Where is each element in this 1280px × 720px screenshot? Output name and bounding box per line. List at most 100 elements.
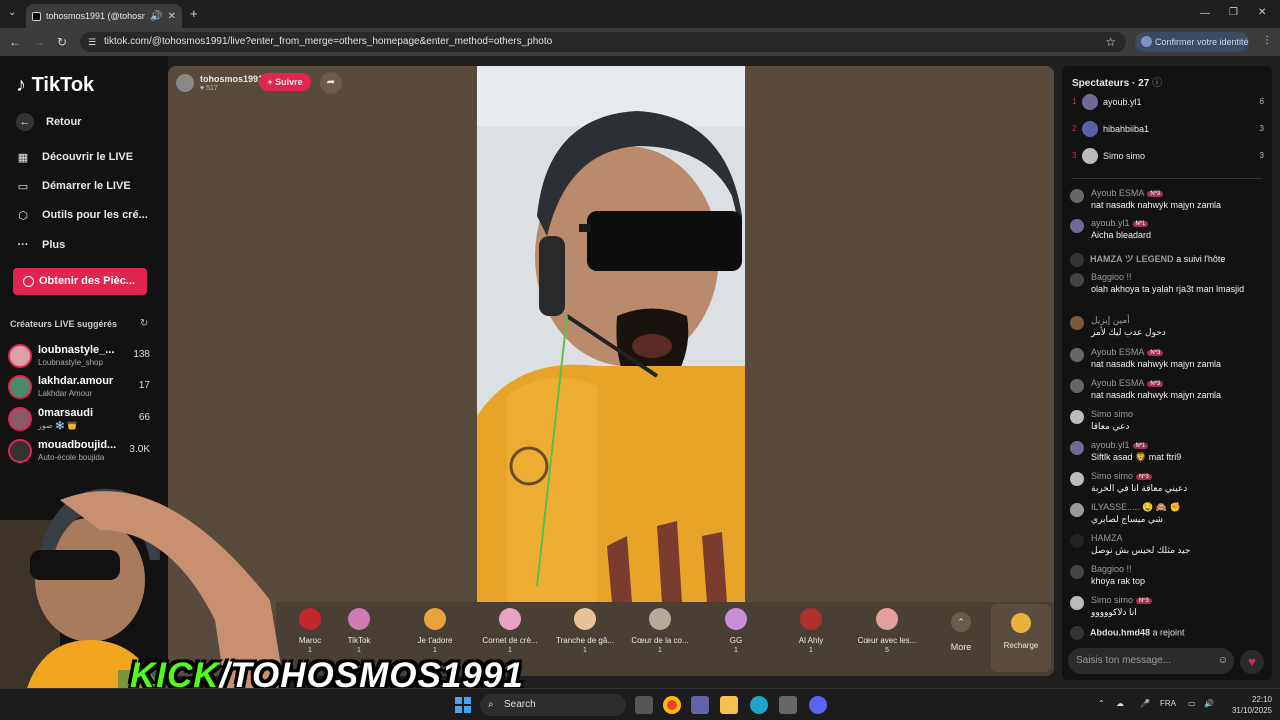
chat-input[interactable]: Saisis ton message... ☺	[1068, 648, 1234, 674]
bookmark-star-icon[interactable]: ☆	[1105, 32, 1116, 52]
maximize-icon[interactable]: ❐	[1229, 7, 1238, 18]
message-user[interactable]: ayoub.yl1	[1091, 218, 1130, 228]
nav-creator-tools[interactable]: ⬡ Outils pour les cré...	[16, 208, 148, 222]
tab-title: tohosmos1991 (@tohosmo	[46, 11, 146, 21]
message-user[interactable]: Ayoub ESMA	[1091, 378, 1144, 388]
file-explorer-icon[interactable]	[720, 696, 738, 714]
refresh-icon[interactable]: ↻	[140, 318, 148, 329]
more-gifts-button[interactable]: ⌃ More	[936, 612, 986, 652]
back-link[interactable]: ← Retour	[16, 113, 81, 131]
task-view-icon[interactable]	[635, 696, 653, 714]
url-field[interactable]: ☰ tiktok.com/@tohosmos1991/live?enter_fr…	[80, 32, 1126, 52]
tab-list-icon[interactable]: ⌄	[8, 7, 16, 18]
browser-tab[interactable]: tohosmos1991 (@tohosmo 🔊 ✕	[26, 4, 182, 28]
chrome-icon[interactable]	[663, 696, 681, 714]
follow-event: HAMZA ツ LEGEND a suivi l'hôte	[1070, 252, 1225, 267]
avatar	[1082, 148, 1098, 164]
store-icon[interactable]	[779, 696, 797, 714]
site-info-icon[interactable]: ☰	[88, 32, 96, 52]
like-heart-icon[interactable]: ♥	[1240, 650, 1264, 674]
tiktok-logo[interactable]: ♪ TikTok	[16, 74, 94, 97]
host-avatar[interactable]	[176, 74, 194, 92]
event-user[interactable]: Abdou.hmd48	[1090, 627, 1150, 637]
new-tab-button[interactable]: +	[190, 6, 198, 21]
taskbar-search[interactable]: ⌕ Search	[480, 694, 626, 716]
nav-discover-live[interactable]: ▦ Découvrir le LIVE	[16, 150, 133, 164]
follow-button[interactable]: + Suivre	[259, 73, 311, 91]
url-text: tiktok.com/@tohosmos1991/live?enter_from…	[104, 36, 553, 47]
forward-icon[interactable]: →	[33, 35, 45, 49]
more-label: More	[950, 642, 972, 652]
gift-item[interactable]: Tranche de gâ... 1	[548, 608, 622, 654]
event-user[interactable]: HAMZA ツ LEGEND	[1090, 254, 1174, 264]
ranking-row[interactable]: 3 Simo simo 3	[1072, 147, 1264, 167]
gift-item[interactable]: Cornet de crè... 1	[473, 608, 547, 654]
ranking-row[interactable]: 1 ayoub.yl1 6	[1072, 93, 1264, 113]
back-icon[interactable]: ←	[9, 35, 21, 49]
chat-placeholder: Saisis ton message...	[1076, 655, 1172, 666]
message-user[interactable]: ayoub.yl1	[1091, 440, 1130, 450]
message-user[interactable]: Simo simo	[1091, 409, 1133, 419]
gift-item[interactable]: Al Ahly 1	[774, 608, 848, 654]
message-user[interactable]: ILYASSE..... 🤤 🙈 ✊	[1091, 502, 1181, 512]
start-windows-icon[interactable]	[455, 697, 471, 713]
date: 31/10/2025	[1231, 706, 1272, 715]
suggested-title: Créateurs LIVE suggérés	[10, 319, 118, 329]
chevron-up-icon[interactable]: ⌃	[1098, 699, 1105, 708]
recharge-button[interactable]: Recharge	[991, 604, 1051, 672]
microphone-icon[interactable]: 🎤	[1140, 699, 1150, 708]
avatar	[1070, 189, 1084, 203]
nav-more[interactable]: ··· Plus	[16, 238, 66, 252]
gift-item[interactable]: Cœur avec les... 5	[850, 608, 924, 654]
creator-item[interactable]: lakhdar.amour Lakhdar Amour 17	[8, 373, 156, 401]
message-user[interactable]: Ayoub ESMA	[1091, 188, 1144, 198]
identity-pill[interactable]: Confirmer votre identité	[1135, 32, 1249, 52]
message-user[interactable]: Simo simo	[1091, 471, 1133, 481]
network-icon[interactable]: ▭	[1188, 699, 1196, 708]
creator-item[interactable]: mouadboujid... Auto-école boujida 3.0K	[8, 437, 156, 465]
message-user[interactable]: HAMZA	[1091, 533, 1123, 543]
video-stream[interactable]	[477, 66, 745, 603]
message-user[interactable]: Ayoub ESMA	[1091, 347, 1144, 357]
creator-item[interactable]: loubnastyle_... Loubnastyle_shop 138	[8, 342, 156, 370]
ranking-row[interactable]: 2 hibahbiiba1 3	[1072, 120, 1264, 140]
gift-item[interactable]: GG 1	[699, 608, 773, 654]
gift-price: 1	[357, 647, 361, 654]
host-name[interactable]: tohosmos1991	[200, 74, 263, 84]
language-indicator[interactable]: FRA	[1160, 699, 1176, 708]
share-icon[interactable]: ➦	[320, 72, 342, 94]
message-user[interactable]: Baggioo !!	[1091, 564, 1132, 574]
message-user[interactable]: Simo simo	[1091, 595, 1133, 605]
message-user[interactable]: Baggioo !!	[1091, 272, 1132, 282]
finger-heart-icon	[876, 608, 898, 630]
rank-score: 6	[1259, 97, 1264, 106]
audio-icon[interactable]: 🔊	[150, 11, 162, 22]
clock[interactable]: 22:10 31/10/2025	[1226, 694, 1272, 716]
search-icon: ⌕	[488, 699, 494, 710]
cloud-icon[interactable]: ☁	[1116, 699, 1124, 708]
emoji-icon[interactable]: ☺	[1218, 648, 1228, 674]
divider	[1072, 178, 1262, 179]
get-coins-button[interactable]: Obtenir des Pièc...	[13, 268, 147, 295]
gift-item[interactable]: Cœur de la co... 1	[623, 608, 697, 654]
volume-icon[interactable]: 🔊	[1204, 699, 1214, 708]
avatar	[1070, 316, 1084, 330]
rank-score: 3	[1259, 124, 1264, 133]
creator-item[interactable]: 0marsaudi صور ❄️ 👑 66	[8, 405, 156, 433]
gift-item[interactable]: Je t'adore 1	[398, 608, 472, 654]
close-window-icon[interactable]: ✕	[1258, 7, 1266, 18]
teams-icon[interactable]	[691, 696, 709, 714]
edge-icon[interactable]	[750, 696, 768, 714]
minimize-icon[interactable]: —	[1200, 8, 1210, 19]
nav-start-live[interactable]: ▭ Démarrer le LIVE	[16, 179, 131, 193]
close-tab-icon[interactable]: ✕	[168, 11, 176, 22]
menu-dots-icon[interactable]: ⋮	[1262, 35, 1272, 46]
discord-icon[interactable]	[809, 696, 827, 714]
gift-item[interactable]: TikTok 1	[322, 608, 396, 654]
message-user[interactable]: أمين إيزيل	[1091, 315, 1130, 325]
info-icon[interactable]: ⓘ	[1152, 78, 1162, 89]
join-icon	[1070, 626, 1084, 640]
rank-badge: Nº1	[1132, 221, 1149, 227]
reload-icon[interactable]: ↻	[57, 35, 67, 49]
love-emoji-icon	[424, 608, 446, 630]
